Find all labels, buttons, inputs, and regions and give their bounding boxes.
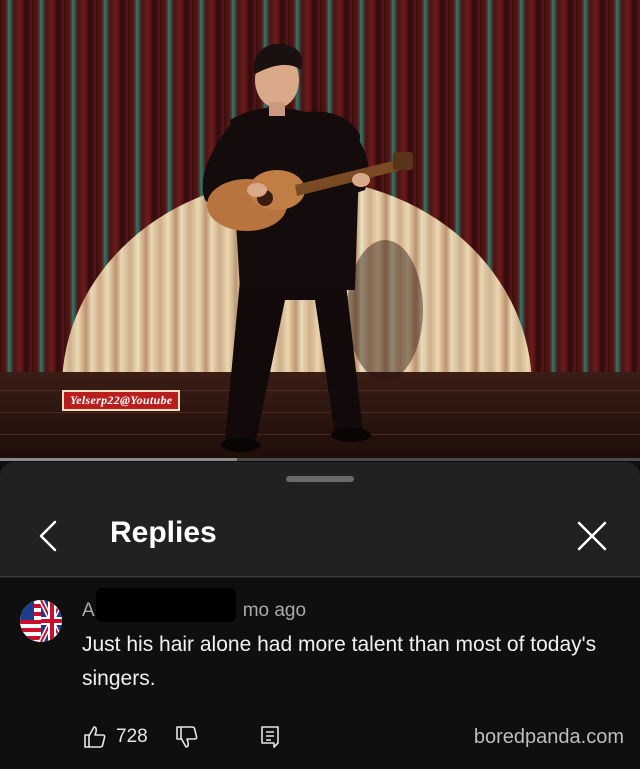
dislike-button[interactable] <box>174 724 200 750</box>
uk-flag-avatar-icon <box>20 600 62 642</box>
header-divider <box>0 576 640 577</box>
drag-handle[interactable] <box>286 476 354 482</box>
author-name[interactable]: A <box>82 600 95 621</box>
replies-panel: Replies A mo ago Just his hair alone had… <box>0 462 640 769</box>
like-button[interactable]: 728 <box>82 724 148 750</box>
back-button[interactable] <box>22 510 74 562</box>
video-watermark: Yelserp22@Youtube <box>62 390 181 411</box>
chevron-left-icon <box>39 520 57 552</box>
comment-item: Amo ago Just his hair alone had more tal… <box>0 578 640 769</box>
close-button[interactable] <box>566 510 618 562</box>
progress-buffered <box>0 458 237 461</box>
close-icon <box>577 521 607 551</box>
avatar[interactable] <box>20 600 62 642</box>
comment-icon <box>260 726 279 748</box>
site-credit: boredpanda.com <box>473 726 624 748</box>
like-count: 728 <box>116 726 148 747</box>
video-progress-bar[interactable] <box>0 458 640 461</box>
redaction-block <box>96 588 236 622</box>
panel-title: Replies <box>110 516 217 549</box>
reply-button[interactable] <box>258 724 282 750</box>
comment-actions: 728 <box>82 720 282 754</box>
thumbs-down-icon <box>175 726 198 748</box>
comment-age: mo ago <box>242 600 307 621</box>
video-player[interactable]: Yelserp22@Youtube <box>0 0 640 460</box>
replies-header: Replies <box>0 502 640 576</box>
thumbs-up-icon <box>84 726 106 748</box>
comment-text: Just his hair alone had more talent than… <box>82 633 597 690</box>
performer-figure <box>202 43 423 452</box>
